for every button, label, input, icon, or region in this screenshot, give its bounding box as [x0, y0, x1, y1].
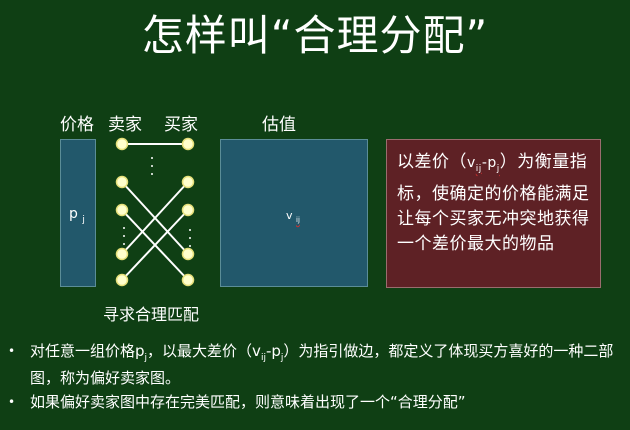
matching-caption: 寻求合理匹配 [103, 305, 200, 324]
seller-node [115, 203, 129, 217]
bullet-dot: • [8, 395, 16, 409]
definition-callout: 以差价（vij-pj）为衡量指标，使确定的价格能满足让每个买家无冲突地获得一个差… [386, 139, 601, 288]
buyer-node [181, 137, 195, 151]
bullet-list: • 对任意一组价格pj，以最大差价（vij-pj）为指引做边，都定义了体现买方喜好… [8, 341, 626, 416]
ellipsis-dot [151, 157, 153, 159]
buyer-node [181, 273, 195, 287]
bullet-item: • 如果偏好卖家图中存在完美匹配，则意味着出现了一个“合理分配” [8, 393, 466, 411]
ellipsis-dot [123, 243, 125, 245]
buyer-node [181, 203, 195, 217]
ellipsis-dot [189, 237, 191, 239]
bullet-dot: • [8, 344, 16, 358]
seller-node [115, 137, 129, 151]
ellipsis-dot [151, 165, 153, 167]
seller-node [115, 273, 129, 287]
ellipsis-dot [189, 245, 191, 247]
buyer-node [181, 247, 195, 261]
price-difference-formula: vij-pj [467, 155, 500, 174]
ellipsis-dot [123, 227, 125, 229]
ellipsis-dot [189, 229, 191, 231]
ellipsis-dot [151, 173, 153, 175]
seller-node [115, 175, 129, 189]
seller-node [115, 247, 129, 261]
bullet-item: • 对任意一组价格pj，以最大差价（vij-pj）为指引做边，都定义了体现买方喜好… [8, 342, 614, 387]
buyer-node [181, 175, 195, 189]
ellipsis-dot [123, 235, 125, 237]
